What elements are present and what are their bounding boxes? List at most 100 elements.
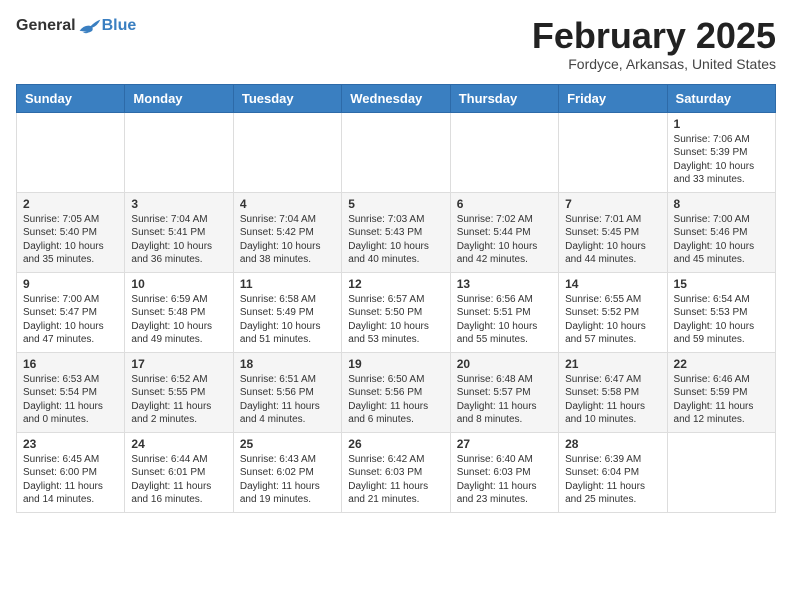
calendar-cell [233,112,341,192]
calendar-cell: 6 Sunrise: 7:02 AM Sunset: 5:44 PM Daylig… [450,192,558,272]
calendar-cell: 21 Sunrise: 6:47 AM Sunset: 5:58 PM Dayli… [559,352,667,432]
calendar-cell: 7 Sunrise: 7:01 AM Sunset: 5:45 PM Daylig… [559,192,667,272]
day-number: 9 [23,277,118,291]
day-info: Sunrise: 6:51 AM Sunset: 5:56 PM Dayligh… [240,373,335,427]
calendar-cell: 10 Sunrise: 6:59 AM Sunset: 5:48 PM Dayli… [125,272,233,352]
day-info: Sunrise: 7:04 AM Sunset: 5:41 PM Dayligh… [131,213,226,267]
day-info: Sunrise: 6:45 AM Sunset: 6:00 PM Dayligh… [23,453,118,507]
calendar-cell: 20 Sunrise: 6:48 AM Sunset: 5:57 PM Dayli… [450,352,558,432]
month-title: February 2025 [532,16,776,56]
day-info: Sunrise: 7:05 AM Sunset: 5:40 PM Dayligh… [23,213,118,267]
calendar-cell [667,432,775,512]
calendar-week-row: 16Sunrise: 6:53 AM Sunset: 5:54 PM Dayli… [17,352,776,432]
calendar-cell: 1 Sunrise: 7:06 AM Sunset: 5:39 PM Daylig… [667,112,775,192]
day-info: Sunrise: 6:50 AM Sunset: 5:56 PM Dayligh… [348,373,443,427]
day-info: Sunrise: 6:56 AM Sunset: 5:51 PM Dayligh… [457,293,552,347]
day-number: 20 [457,357,552,371]
calendar-cell: 4 Sunrise: 7:04 AM Sunset: 5:42 PM Daylig… [233,192,341,272]
day-info: Sunrise: 6:46 AM Sunset: 5:59 PM Dayligh… [674,373,769,427]
calendar-week-row: 2 Sunrise: 7:05 AM Sunset: 5:40 PM Daylig… [17,192,776,272]
day-number: 7 [565,197,660,211]
day-info: Sunrise: 6:44 AM Sunset: 6:01 PM Dayligh… [131,453,226,507]
weekday-header-friday: Friday [559,84,667,112]
calendar-cell [125,112,233,192]
day-info: Sunrise: 6:39 AM Sunset: 6:04 PM Dayligh… [565,453,660,507]
calendar-cell: 18 Sunrise: 6:51 AM Sunset: 5:56 PM Dayli… [233,352,341,432]
calendar-cell: 12 Sunrise: 6:57 AM Sunset: 5:50 PM Dayli… [342,272,450,352]
calendar-cell [450,112,558,192]
weekday-header-wednesday: Wednesday [342,84,450,112]
day-info: Sunrise: 6:47 AM Sunset: 5:58 PM Dayligh… [565,373,660,427]
day-info: Sunrise: 6:43 AM Sunset: 6:02 PM Dayligh… [240,453,335,507]
calendar-cell [17,112,125,192]
calendar-cell: 25 Sunrise: 6:43 AM Sunset: 6:02 PM Dayli… [233,432,341,512]
calendar-cell: 5 Sunrise: 7:03 AM Sunset: 5:43 PM Daylig… [342,192,450,272]
logo-general-text: General [16,17,76,35]
day-number: 17 [131,357,226,371]
day-number: 12 [348,277,443,291]
day-number: 14 [565,277,660,291]
logo-bird-icon [78,16,102,36]
day-info: Sunrise: 6:40 AM Sunset: 6:03 PM Dayligh… [457,453,552,507]
calendar-cell [342,112,450,192]
calendar-cell: 17 Sunrise: 6:52 AM Sunset: 5:55 PM Dayli… [125,352,233,432]
day-info: Sunrise: 7:00 AM Sunset: 5:46 PM Dayligh… [674,213,769,267]
calendar-cell: 24 Sunrise: 6:44 AM Sunset: 6:01 PM Dayli… [125,432,233,512]
day-info: Sunrise: 6:57 AM Sunset: 5:50 PM Dayligh… [348,293,443,347]
page-header: General Blue February 2025 Fordyce, Arka… [16,16,776,72]
day-number: 5 [348,197,443,211]
day-number: 28 [565,437,660,451]
day-number: 23 [23,437,118,451]
day-number: 26 [348,437,443,451]
day-number: 1 [674,117,769,131]
calendar-cell: 28 Sunrise: 6:39 AM Sunset: 6:04 PM Dayli… [559,432,667,512]
calendar-cell: 3 Sunrise: 7:04 AM Sunset: 5:41 PM Daylig… [125,192,233,272]
day-number: 22 [674,357,769,371]
day-number: 16 [23,357,118,371]
day-number: 25 [240,437,335,451]
day-number: 24 [131,437,226,451]
day-info: Sunrise: 7:04 AM Sunset: 5:42 PM Dayligh… [240,213,335,267]
day-number: 10 [131,277,226,291]
calendar-cell: 8Sunrise: 7:00 AM Sunset: 5:46 PM Daylig… [667,192,775,272]
weekday-header-sunday: Sunday [17,84,125,112]
calendar-cell: 26 Sunrise: 6:42 AM Sunset: 6:03 PM Dayli… [342,432,450,512]
weekday-header-row: SundayMondayTuesdayWednesdayThursdayFrid… [17,84,776,112]
day-info: Sunrise: 7:00 AM Sunset: 5:47 PM Dayligh… [23,293,118,347]
day-number: 6 [457,197,552,211]
day-number: 18 [240,357,335,371]
day-info: Sunrise: 7:02 AM Sunset: 5:44 PM Dayligh… [457,213,552,267]
day-info: Sunrise: 7:06 AM Sunset: 5:39 PM Dayligh… [674,133,769,187]
day-number: 27 [457,437,552,451]
calendar-cell: 11Sunrise: 6:58 AM Sunset: 5:49 PM Dayli… [233,272,341,352]
day-number: 2 [23,197,118,211]
calendar-cell: 23 Sunrise: 6:45 AM Sunset: 6:00 PM Dayli… [17,432,125,512]
weekday-header-monday: Monday [125,84,233,112]
calendar-cell: 19 Sunrise: 6:50 AM Sunset: 5:56 PM Dayli… [342,352,450,432]
day-number: 21 [565,357,660,371]
day-info: Sunrise: 6:48 AM Sunset: 5:57 PM Dayligh… [457,373,552,427]
day-number: 3 [131,197,226,211]
day-info: Sunrise: 7:03 AM Sunset: 5:43 PM Dayligh… [348,213,443,267]
calendar-cell: 9 Sunrise: 7:00 AM Sunset: 5:47 PM Daylig… [17,272,125,352]
calendar-cell: 14Sunrise: 6:55 AM Sunset: 5:52 PM Dayli… [559,272,667,352]
calendar-cell [559,112,667,192]
location-text: Fordyce, Arkansas, United States [532,56,776,72]
day-number: 15 [674,277,769,291]
weekday-header-thursday: Thursday [450,84,558,112]
day-info: Sunrise: 6:58 AM Sunset: 5:49 PM Dayligh… [240,293,335,347]
calendar-cell: 16Sunrise: 6:53 AM Sunset: 5:54 PM Dayli… [17,352,125,432]
day-info: Sunrise: 6:42 AM Sunset: 6:03 PM Dayligh… [348,453,443,507]
day-number: 4 [240,197,335,211]
calendar-week-row: 23 Sunrise: 6:45 AM Sunset: 6:00 PM Dayli… [17,432,776,512]
day-info: Sunrise: 6:52 AM Sunset: 5:55 PM Dayligh… [131,373,226,427]
day-info: Sunrise: 6:59 AM Sunset: 5:48 PM Dayligh… [131,293,226,347]
weekday-header-tuesday: Tuesday [233,84,341,112]
logo-blue-text: Blue [102,17,137,35]
calendar-cell: 15Sunrise: 6:54 AM Sunset: 5:53 PM Dayli… [667,272,775,352]
day-number: 19 [348,357,443,371]
day-info: Sunrise: 7:01 AM Sunset: 5:45 PM Dayligh… [565,213,660,267]
weekday-header-saturday: Saturday [667,84,775,112]
title-block: February 2025 Fordyce, Arkansas, United … [532,16,776,72]
calendar-cell: 13Sunrise: 6:56 AM Sunset: 5:51 PM Dayli… [450,272,558,352]
